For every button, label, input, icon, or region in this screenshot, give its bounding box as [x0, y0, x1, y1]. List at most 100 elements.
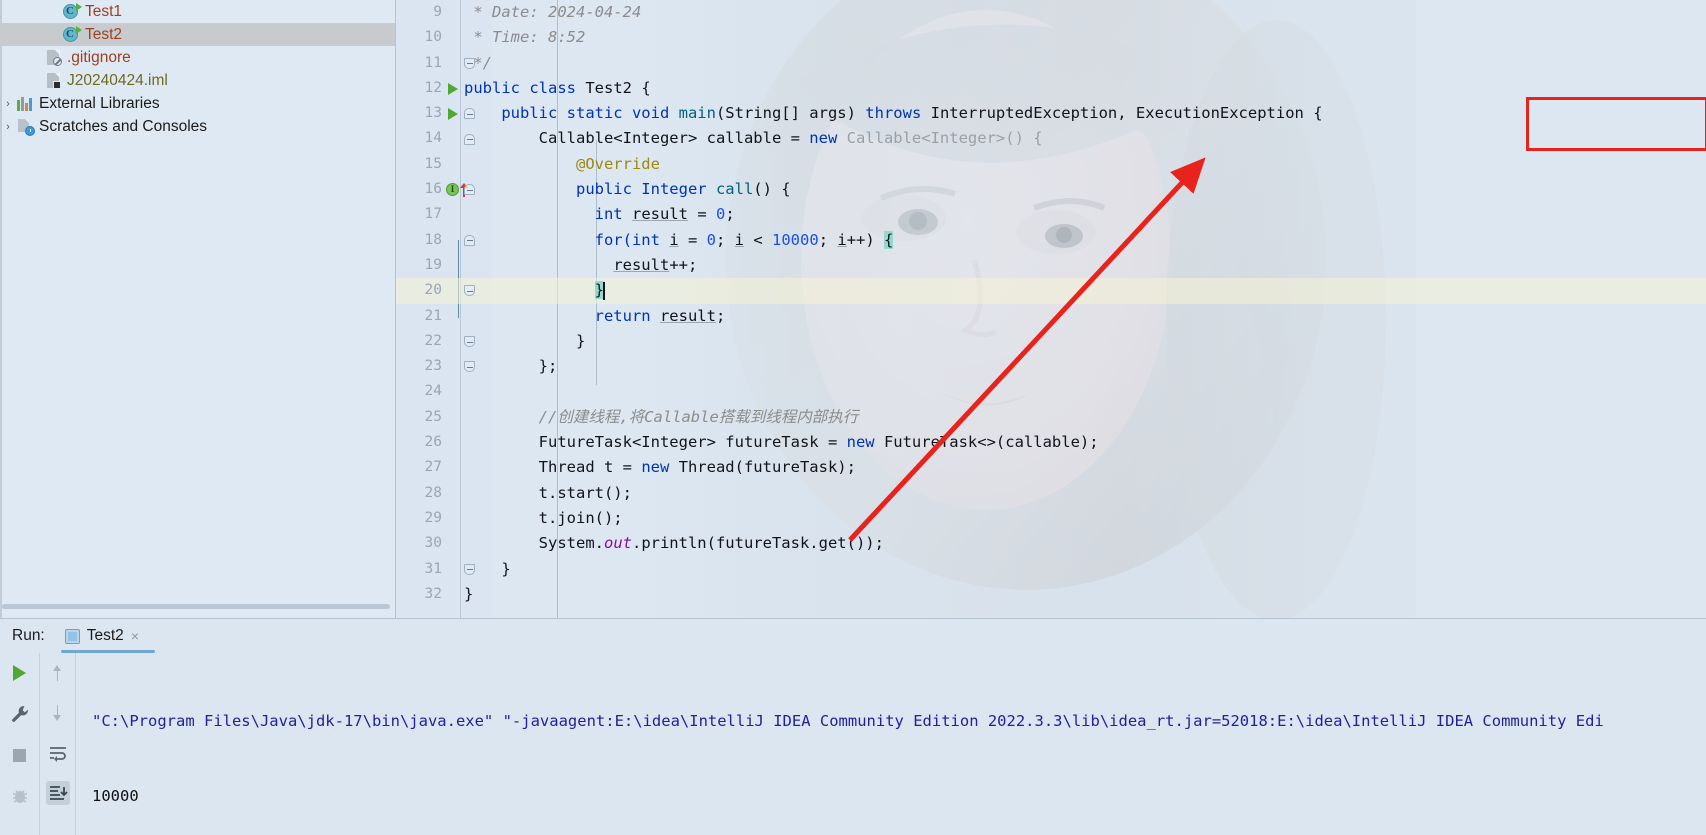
tree-item-j20240424-iml[interactable]: J20240424.iml	[0, 69, 395, 92]
tree-item-test2[interactable]: C Test2	[0, 23, 395, 46]
code-text: }	[464, 559, 511, 578]
code-line[interactable]: 19 result++;	[396, 253, 1706, 278]
line-number: 23	[424, 358, 442, 375]
tree-item-icon	[44, 49, 63, 66]
chevron-right-icon[interactable]: ›	[0, 121, 16, 133]
scrollbar-thumb[interactable]	[2, 604, 390, 609]
code-line[interactable]: 20 }	[396, 278, 1706, 304]
code-text: t.start();	[464, 483, 632, 502]
code-line[interactable]: 31 }	[396, 557, 1706, 582]
code-line[interactable]: 25 //创建线程,将Callable搭载到线程内部执行	[396, 405, 1706, 430]
code-line[interactable]: 23 };	[396, 354, 1706, 379]
code-line[interactable]: 22 }	[396, 329, 1706, 354]
code-text: Thread t = new Thread(futureTask);	[464, 458, 856, 477]
code-lines[interactable]: 9 * Date: 2024-04-24 10 * Time: 8:52 11 */…	[396, 0, 1706, 607]
run-tab-label: Test2	[86, 627, 124, 644]
tree-item-external-libraries[interactable]: › External Libraries	[0, 92, 395, 115]
next-occurrence-button[interactable]	[46, 701, 70, 725]
code-line[interactable]: 24	[396, 379, 1706, 404]
code-text: int result = 0;	[464, 205, 735, 224]
code-text: public class Test2 {	[464, 78, 651, 97]
line-number: 25	[424, 408, 442, 425]
project-horizontal-scrollbar[interactable]	[0, 603, 395, 610]
code-line[interactable]: 11 */	[396, 51, 1706, 76]
tree-item-scratches-and-consoles[interactable]: › Scratches and Consoles	[0, 115, 395, 138]
line-number: 16	[424, 181, 442, 198]
tree-item-label: J20240424.iml	[67, 71, 168, 89]
line-number: 15	[424, 155, 442, 172]
run-body: "C:\Program Files\Java\jdk-17\bin\java.e…	[0, 653, 1706, 835]
line-number: 22	[424, 332, 442, 349]
top-region: C Test1 C Test2 .gitignore J20240424.iml › Exte…	[0, 0, 1706, 618]
console-program-output: 10000	[92, 787, 139, 805]
libraries-icon	[17, 96, 34, 111]
run-tool-window[interactable]: Run: Test2 × "C:\Program Files\Java\jdk-…	[0, 618, 1706, 835]
run-toolbar-secondary[interactable]	[40, 653, 76, 835]
code-line[interactable]: 18 for(int i = 0; i < 10000; i++) {	[396, 228, 1706, 253]
code-line[interactable]: 17 int result = 0;	[396, 202, 1706, 227]
debug-button[interactable]	[8, 784, 32, 808]
previous-occurrence-button[interactable]	[46, 661, 70, 685]
tree-item-test1[interactable]: C Test1	[0, 0, 395, 23]
code-text: */	[464, 53, 492, 72]
code-line[interactable]: 30 System.out.println(futureTask.get());	[396, 531, 1706, 556]
code-text: public static void main(String[] args) t…	[464, 104, 1323, 123]
line-number: 11	[424, 54, 442, 71]
code-line[interactable]: 14 Callable<Integer> callable = new Call…	[396, 126, 1706, 151]
run-tab-test2[interactable]: Test2 ×	[59, 619, 155, 653]
stop-button[interactable]	[8, 743, 32, 767]
close-icon[interactable]: ×	[131, 628, 139, 644]
code-text: return result;	[464, 306, 726, 325]
code-editor[interactable]: 9 * Date: 2024-04-24 10 * Time: 8:52 11 */…	[396, 0, 1706, 618]
code-text: }	[594, 281, 605, 300]
gutter-run-icon[interactable]	[448, 101, 458, 126]
code-text: FutureTask<Integer> futureTask = new Fut…	[464, 433, 1099, 452]
rerun-button[interactable]	[8, 661, 32, 685]
code-line[interactable]: 28 t.start();	[396, 481, 1706, 506]
tree-item-icon: C	[62, 3, 82, 20]
chevron-right-icon[interactable]: ›	[0, 98, 16, 110]
tree-item-icon: C	[62, 26, 82, 43]
line-number: 9	[433, 4, 442, 20]
code-line[interactable]: 10 * Time: 8:52	[396, 25, 1706, 50]
line-number: 19	[424, 256, 442, 273]
line-number: 13	[424, 105, 442, 122]
code-line[interactable]: 16 I public Integer call() {	[396, 177, 1706, 202]
arrow-down-icon	[51, 704, 65, 722]
play-icon	[13, 665, 26, 681]
scroll-to-end-icon	[49, 786, 68, 800]
project-tool-window[interactable]: C Test1 C Test2 .gitignore J20240424.iml › Exte…	[0, 0, 396, 618]
code-line[interactable]: 13 public static void main(String[] args…	[396, 101, 1706, 126]
code-line[interactable]: 12 public class Test2 {	[396, 76, 1706, 101]
project-tree[interactable]: C Test1 C Test2 .gitignore J20240424.iml › Exte…	[0, 0, 395, 138]
tree-item-icon	[16, 95, 35, 112]
code-text: };	[464, 357, 558, 376]
settings-button[interactable]	[8, 702, 32, 726]
console-output[interactable]: "C:\Program Files\Java\jdk-17\bin\java.e…	[76, 653, 1706, 835]
code-text: @Override	[464, 154, 660, 173]
line-number: 27	[424, 459, 442, 476]
line-number: 26	[424, 434, 442, 451]
code-line[interactable]: 29 t.join();	[396, 506, 1706, 531]
code-line[interactable]: 9 * Date: 2024-04-24	[396, 0, 1706, 25]
code-text: public Integer call() {	[464, 180, 791, 199]
soft-wrap-button[interactable]	[46, 741, 70, 765]
scroll-to-end-button[interactable]	[45, 781, 70, 805]
bug-icon	[12, 790, 27, 803]
run-toolbar-primary[interactable]	[0, 653, 40, 835]
code-line[interactable]: 26 FutureTask<Integer> futureTask = new …	[396, 430, 1706, 455]
line-number: 12	[424, 79, 442, 96]
tree-item-label: Test2	[85, 25, 123, 43]
line-number: 20	[424, 282, 442, 299]
iml-file-icon	[46, 72, 61, 89]
line-number: 32	[424, 585, 442, 602]
tree-item--gitignore[interactable]: .gitignore	[0, 46, 395, 69]
run-label: Run:	[12, 627, 45, 644]
gutter-run-icon[interactable]	[448, 76, 458, 101]
tree-item-label: External Libraries	[39, 94, 160, 112]
code-line[interactable]: 21 return result;	[396, 304, 1706, 329]
code-line[interactable]: 15 @Override	[396, 152, 1706, 177]
tree-item-icon	[16, 118, 35, 136]
code-line[interactable]: 27 Thread t = new Thread(futureTask);	[396, 455, 1706, 480]
code-line[interactable]: 32}	[396, 582, 1706, 607]
